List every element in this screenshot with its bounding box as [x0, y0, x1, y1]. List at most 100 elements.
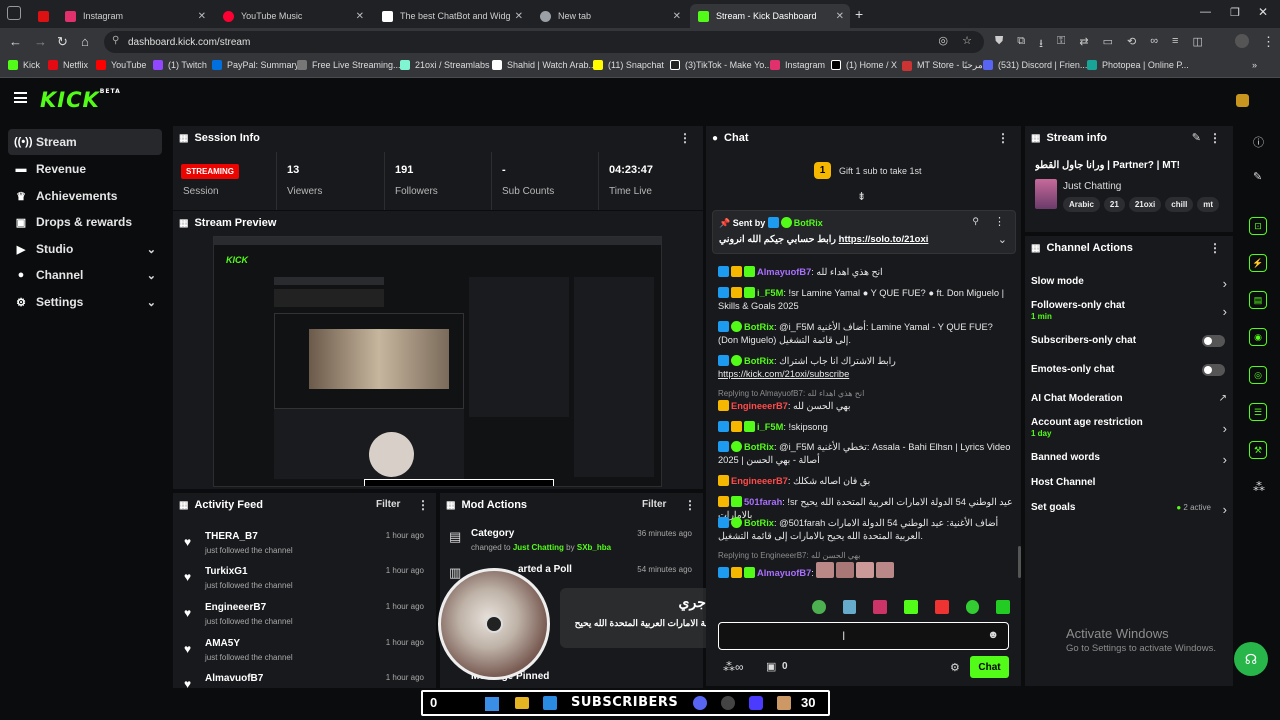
bookmark-kick[interactable]: Kick: [8, 60, 40, 70]
activity-filter-button[interactable]: Filter: [376, 499, 400, 510]
category-link[interactable]: Just Chatting: [513, 543, 564, 552]
bookmark-paypal[interactable]: PayPal: Summary: [212, 60, 299, 70]
browser-tab-instagram[interactable]: Instagram ✕: [57, 4, 212, 28]
stream-tag[interactable]: mt: [1197, 197, 1220, 212]
more-options-icon[interactable]: ⋮: [994, 215, 1005, 228]
bookmark-photopea[interactable]: Photopea | Online P...: [1087, 60, 1189, 70]
emote-icon[interactable]: [842, 600, 857, 614]
support-chat-icon[interactable]: ☊: [1234, 642, 1268, 676]
download-icon[interactable]: ⭳: [1039, 35, 1043, 54]
translate-icon[interactable]: ⇄: [1079, 35, 1088, 54]
app-icon[interactable]: [749, 696, 763, 710]
edit-pencil-icon[interactable]: ✎: [1192, 131, 1201, 144]
action-subscribers-only[interactable]: Subscribers-only chat: [1031, 335, 1227, 347]
action-set-goals[interactable]: Set goals ● 2 active ›: [1031, 502, 1227, 517]
activity-user[interactable]: AlmavuofB7: [205, 673, 263, 684]
user-avatar[interactable]: [1236, 94, 1249, 107]
browser-tab-chatbot[interactable]: The best ChatBot and Widg ✕: [374, 4, 529, 28]
document-tool-icon[interactable]: ▤: [1249, 291, 1267, 309]
pencil-tool-icon[interactable]: ✎: [1253, 170, 1262, 183]
category-thumbnail[interactable]: [1035, 179, 1057, 209]
bookmark-star-icon[interactable]: ☆: [962, 34, 972, 47]
stream-tag[interactable]: chill: [1165, 197, 1194, 212]
sidebar-item-revenue[interactable]: ▬ Revenue: [8, 156, 162, 182]
sidebar-item-settings[interactable]: ⚙ Settings ⌄: [8, 289, 162, 315]
chat-username[interactable]: BotRix: [744, 322, 774, 332]
app-icon[interactable]: [777, 696, 791, 710]
sidebar-item-drops[interactable]: ▣ Drops & rewards: [8, 209, 162, 235]
chat-reply-context[interactable]: Replying to AlmayuofB7: انح هذي اهداء لل…: [718, 389, 864, 398]
chat-tool-icon[interactable]: ◉: [1249, 328, 1267, 346]
action-emotes-only[interactable]: Emotes-only chat: [1031, 364, 1227, 376]
more-options-icon[interactable]: ⋮: [417, 498, 429, 512]
sidebar-item-stream[interactable]: ((•)) Stream: [8, 129, 162, 155]
bookmark-mt-store[interactable]: MT Store - مرحبًا: [902, 60, 983, 71]
chat-username[interactable]: 501farah: [744, 497, 782, 507]
card-icon[interactable]: ▭: [1103, 35, 1113, 54]
bookmark-twitch[interactable]: (1) Twitch: [153, 60, 207, 70]
bookmark-snapchat[interactable]: (11) Snapchat: [593, 60, 664, 70]
more-options-icon[interactable]: ⋮: [997, 131, 1009, 145]
chevron-down-icon[interactable]: ⌄: [998, 233, 1007, 246]
windows-start-icon[interactable]: [485, 697, 499, 711]
discord-taskbar-icon[interactable]: [693, 696, 707, 710]
browser-tab-kick-dashboard[interactable]: Stream - Kick Dashboard ✕: [690, 4, 850, 28]
close-icon[interactable]: ✕: [836, 11, 844, 22]
gift-icon[interactable]: ▣: [766, 660, 776, 673]
community-points-icon[interactable]: ⁂∞: [723, 660, 744, 674]
activity-user[interactable]: EngineeerB7: [205, 602, 266, 613]
apps-icon[interactable]: ⁂: [1253, 480, 1265, 494]
stream-tag[interactable]: Arabic: [1063, 197, 1100, 212]
activity-user[interactable]: TurkixG1: [205, 566, 248, 577]
emote-icon[interactable]: [934, 600, 949, 614]
lightning-tool-icon[interactable]: ⚡: [1249, 254, 1267, 272]
wrench-tool-icon[interactable]: ⚒: [1249, 441, 1267, 459]
sidebar-item-achievements[interactable]: ♛ Achievements: [8, 183, 162, 209]
stream-category[interactable]: Just Chatting: [1063, 181, 1121, 192]
emote-icon[interactable]: [812, 600, 826, 614]
more-bookmarks-icon[interactable]: »: [1252, 60, 1257, 70]
send-chat-button[interactable]: Chat: [970, 656, 1009, 678]
close-window-icon[interactable]: ✕: [1258, 5, 1268, 19]
emoji-icon[interactable]: ☻: [987, 629, 999, 641]
action-host-channel[interactable]: Host Channel: [1031, 477, 1227, 488]
chat-username[interactable]: i_F5M: [757, 288, 783, 298]
bookmark-instagram[interactable]: Instagram: [770, 60, 825, 70]
browser-tab-pinned[interactable]: [30, 4, 52, 28]
chat-username[interactable]: EngineeerB7: [731, 401, 788, 411]
bookmark-tiktok[interactable]: (3)TikTok - Make Yo...: [670, 60, 772, 70]
chat-settings-gear-icon[interactable]: ⚙: [950, 661, 960, 674]
stream-tag[interactable]: 21oxi: [1128, 197, 1162, 212]
emote-icon[interactable]: [904, 600, 918, 614]
bookmark-youtube[interactable]: YouTube: [96, 60, 146, 70]
action-followers-only[interactable]: Followers-only chat 1 min ›: [1031, 300, 1227, 321]
chat-link[interactable]: https://kick.com/21oxi/subscribe: [718, 369, 849, 379]
bookmark-x[interactable]: (1) Home / X: [831, 60, 897, 70]
chat-username[interactable]: AlmayuofB7: [757, 267, 811, 277]
action-account-age[interactable]: Account age restriction 1 day ›: [1031, 417, 1227, 438]
activity-user[interactable]: AMA5Y: [205, 638, 240, 649]
minimize-icon[interactable]: —: [1200, 6, 1211, 18]
collapse-icon[interactable]: ⇟: [857, 190, 866, 203]
action-ai-moderation[interactable]: AI Chat Moderation ↗: [1031, 393, 1227, 404]
activity-user[interactable]: THERA_B7: [205, 531, 258, 542]
mod-user-link[interactable]: SXb_hba: [577, 543, 611, 552]
reload-icon[interactable]: ↻: [57, 35, 68, 49]
new-tab-icon[interactable]: +: [855, 6, 863, 22]
shield-extension-icon[interactable]: ⛊: [995, 35, 1003, 54]
hamburger-menu-icon[interactable]: [14, 92, 27, 103]
close-icon[interactable]: ✕: [515, 11, 523, 22]
back-icon[interactable]: ←: [9, 35, 22, 49]
link-icon[interactable]: ∞: [1150, 35, 1158, 54]
chat-username[interactable]: BotRix: [744, 518, 774, 528]
chat-username[interactable]: BotRix: [744, 442, 774, 452]
info-icon[interactable]: ⓘ: [1253, 134, 1264, 150]
eye-off-icon[interactable]: ◎: [938, 34, 948, 47]
obs-icon[interactable]: [721, 696, 735, 710]
subscribers-only-toggle[interactable]: [1202, 335, 1225, 347]
forward-icon[interactable]: →: [34, 35, 47, 49]
close-icon[interactable]: ✕: [356, 11, 364, 22]
more-options-icon[interactable]: ⋮: [1209, 241, 1221, 255]
chat-username[interactable]: EngineeerB7: [731, 476, 788, 486]
file-explorer-icon[interactable]: [515, 697, 529, 709]
